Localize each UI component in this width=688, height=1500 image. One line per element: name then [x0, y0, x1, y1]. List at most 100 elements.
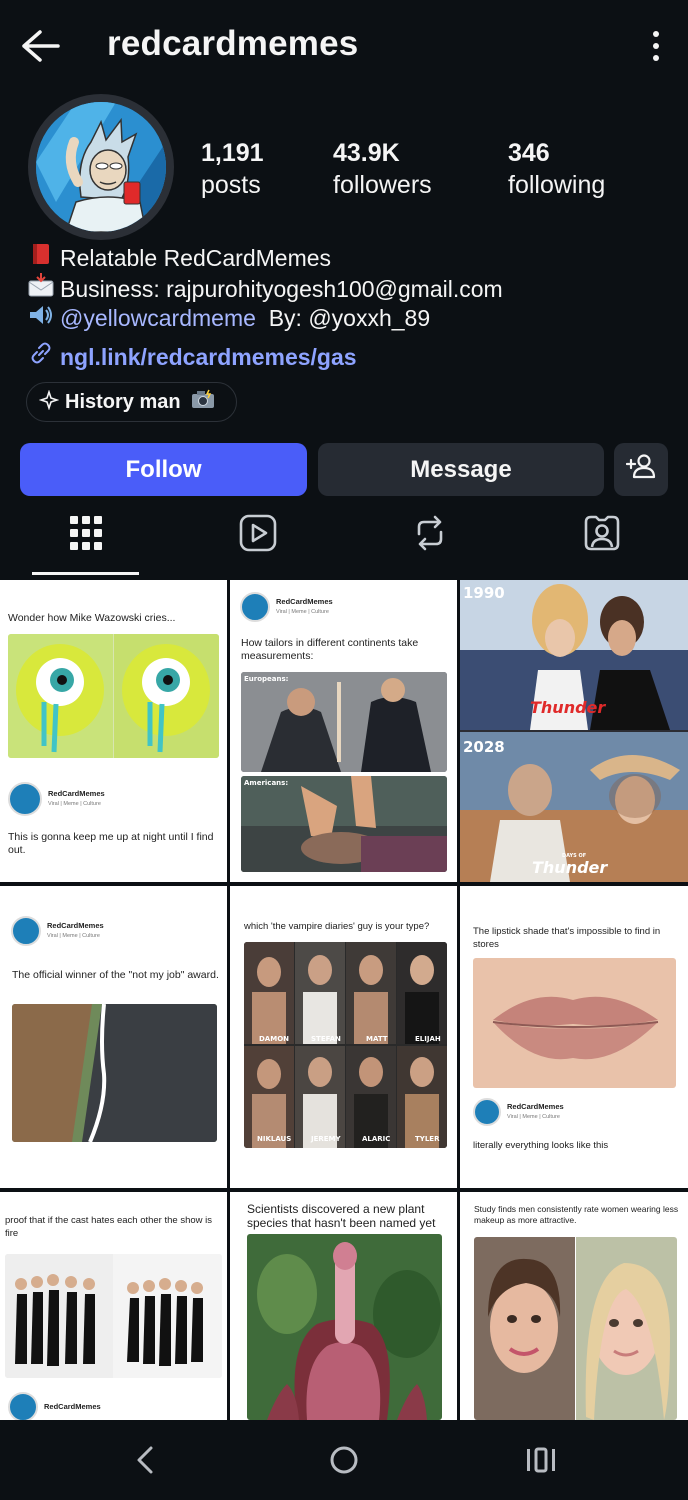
- profile-avatar[interactable]: [36, 102, 166, 232]
- followers-count: 43.9K: [333, 139, 400, 167]
- follow-button[interactable]: Follow: [20, 443, 307, 496]
- name-elijah: ELIJAH: [415, 1035, 441, 1043]
- post-image: [247, 1234, 442, 1420]
- post-footer: This is gonna keep me up at night until …: [8, 831, 214, 856]
- post-tile[interactable]: RedCardMemes Viral | Meme | Culture The o…: [0, 886, 227, 1188]
- nav-back-icon[interactable]: [120, 1438, 170, 1482]
- stat-followers[interactable]: 43.9K followers: [333, 137, 432, 201]
- brand-name: RedCardMemes: [47, 921, 104, 930]
- post-image: [244, 942, 447, 1148]
- tab-reposts[interactable]: [407, 512, 453, 558]
- post-caption: which 'the vampire diaries' guy is your …: [244, 921, 430, 932]
- stat-following[interactable]: 346 following: [508, 137, 605, 201]
- suggested-users-button[interactable]: [614, 443, 668, 496]
- post-image: [474, 1237, 677, 1420]
- following-label: following: [508, 171, 606, 199]
- reels-icon: [239, 514, 277, 557]
- posts-label: posts: [201, 171, 261, 199]
- name-alaric: ALARIC: [362, 1135, 391, 1143]
- label-americans: Americans:: [244, 779, 289, 787]
- post-tile[interactable]: Wonder how Mike Wazowski cries... RedCar…: [0, 580, 227, 882]
- brand-name: RedCardMemes: [276, 597, 333, 606]
- post-brand: RedCardMemes Viral | Meme | Culture: [240, 592, 333, 622]
- bio-link[interactable]: ngl.link/redcardmemes/gas: [28, 341, 357, 371]
- tagged-icon: [583, 514, 621, 557]
- brand-avatar: [8, 1392, 38, 1420]
- post-tile[interactable]: Scientists discovered a new plant specie…: [230, 1192, 457, 1420]
- name-stefan: STEFAN: [311, 1035, 341, 1043]
- post-image-2: [241, 776, 447, 872]
- sparkle-icon: [38, 388, 60, 415]
- stat-posts[interactable]: 1,191 posts: [201, 137, 264, 201]
- post-caption: Wonder how Mike Wazowski cries...: [8, 612, 176, 624]
- followers-label: followers: [333, 171, 432, 199]
- camera-flash-icon: [191, 389, 215, 415]
- year-2028: 2028: [463, 738, 505, 756]
- red-book-icon: [28, 242, 54, 272]
- post-image: [473, 958, 676, 1088]
- grid-icon: [70, 515, 102, 555]
- brand-avatar: [8, 782, 42, 816]
- bio-link-text: ngl.link/redcardmemes/gas: [60, 344, 357, 370]
- bio-by-label: By:: [268, 305, 302, 331]
- label-europeans: Europeans:: [244, 675, 289, 683]
- tab-reels[interactable]: [235, 512, 281, 558]
- bio-mention-yoxxh[interactable]: @yoxxh_89: [308, 305, 430, 331]
- name-niklaus: NIKLAUS: [257, 1135, 292, 1143]
- post-tile[interactable]: Study finds men consistently rate women …: [460, 1192, 688, 1420]
- posts-grid: Wonder how Mike Wazowski cries... RedCar…: [0, 580, 688, 1420]
- posts-count: 1,191: [201, 139, 264, 167]
- post-caption: proof that if the cast hates each other …: [5, 1215, 213, 1239]
- brand-name: RedCardMemes: [48, 789, 105, 798]
- active-tab-indicator: [32, 572, 139, 575]
- brand-sub: Viral | Meme | Culture: [507, 1114, 560, 1120]
- brand-sub: Viral | Meme | Culture: [48, 801, 101, 807]
- post-tile[interactable]: The lipstick shade that's impossible to …: [460, 886, 688, 1188]
- year-1990: 1990: [463, 584, 505, 602]
- brand-avatar: [473, 1098, 501, 1126]
- post-image: [5, 1254, 222, 1378]
- more-options-icon[interactable]: [650, 30, 662, 62]
- post-tile[interactable]: 1990 Thunder 2028 DAYS OF Thunder: [460, 580, 688, 882]
- following-count: 346: [508, 139, 550, 167]
- post-tile[interactable]: which 'the vampire diaries' guy is your …: [230, 886, 457, 1188]
- brand-avatar: [11, 916, 41, 946]
- post-brand: RedCardMemes Viral | Meme | Culture: [8, 782, 105, 816]
- bio-line-3: @yellowcardmeme By: @yoxxh_89: [28, 304, 430, 332]
- bio-line-1: Relatable RedCardMemes: [28, 242, 331, 272]
- tab-tagged[interactable]: [579, 512, 625, 558]
- message-button[interactable]: Message: [318, 443, 604, 496]
- envelope-arrow-icon: [28, 273, 54, 303]
- post-caption: Study finds men consistently rate women …: [474, 1204, 679, 1225]
- tab-grid[interactable]: [63, 512, 109, 558]
- post-brand: RedCardMemes Viral | Meme | Culture: [11, 916, 104, 946]
- repost-icon: [413, 514, 447, 557]
- post-tile[interactable]: proof that if the cast hates each other …: [0, 1192, 227, 1420]
- nav-recents-icon[interactable]: [516, 1438, 566, 1482]
- brand-name: RedCardMemes: [507, 1102, 564, 1111]
- post-caption: Scientists discovered a new plant specie…: [247, 1202, 436, 1230]
- post-image: [8, 634, 219, 758]
- post-image: [241, 672, 447, 772]
- thunder-logo-2028: Thunder: [532, 858, 608, 877]
- post-tile[interactable]: RedCardMemes Viral | Meme | Culture How t…: [230, 580, 457, 882]
- link-icon: [28, 341, 54, 371]
- back-arrow-icon[interactable]: [18, 26, 62, 66]
- brand-sub: Viral | Meme | Culture: [47, 933, 100, 939]
- name-tyler: TYLER: [415, 1135, 440, 1143]
- brand-avatar: [240, 592, 270, 622]
- post-brand: RedCardMemes: [8, 1392, 101, 1420]
- highlight-chip[interactable]: History man: [26, 382, 237, 422]
- bio-line-2: Business: rajpurohityogesh100@gmail.com: [28, 273, 503, 303]
- profile-username: redcardmemes: [107, 24, 359, 63]
- post-footer: literally everything looks like this: [473, 1140, 609, 1151]
- top-bar: redcardmemes: [0, 0, 688, 92]
- post-caption: How tailors in different continents take…: [241, 637, 419, 662]
- bio-tagline: Relatable RedCardMemes: [60, 245, 332, 271]
- thunder-logo: Thunder: [530, 698, 606, 717]
- nav-home-icon[interactable]: [319, 1438, 369, 1482]
- name-damon: DAMON: [259, 1035, 290, 1043]
- speaker-icon: [28, 304, 54, 332]
- name-matt: MATT: [366, 1035, 388, 1043]
- bio-mention-yellowcardmeme[interactable]: @yellowcardmeme: [60, 305, 256, 331]
